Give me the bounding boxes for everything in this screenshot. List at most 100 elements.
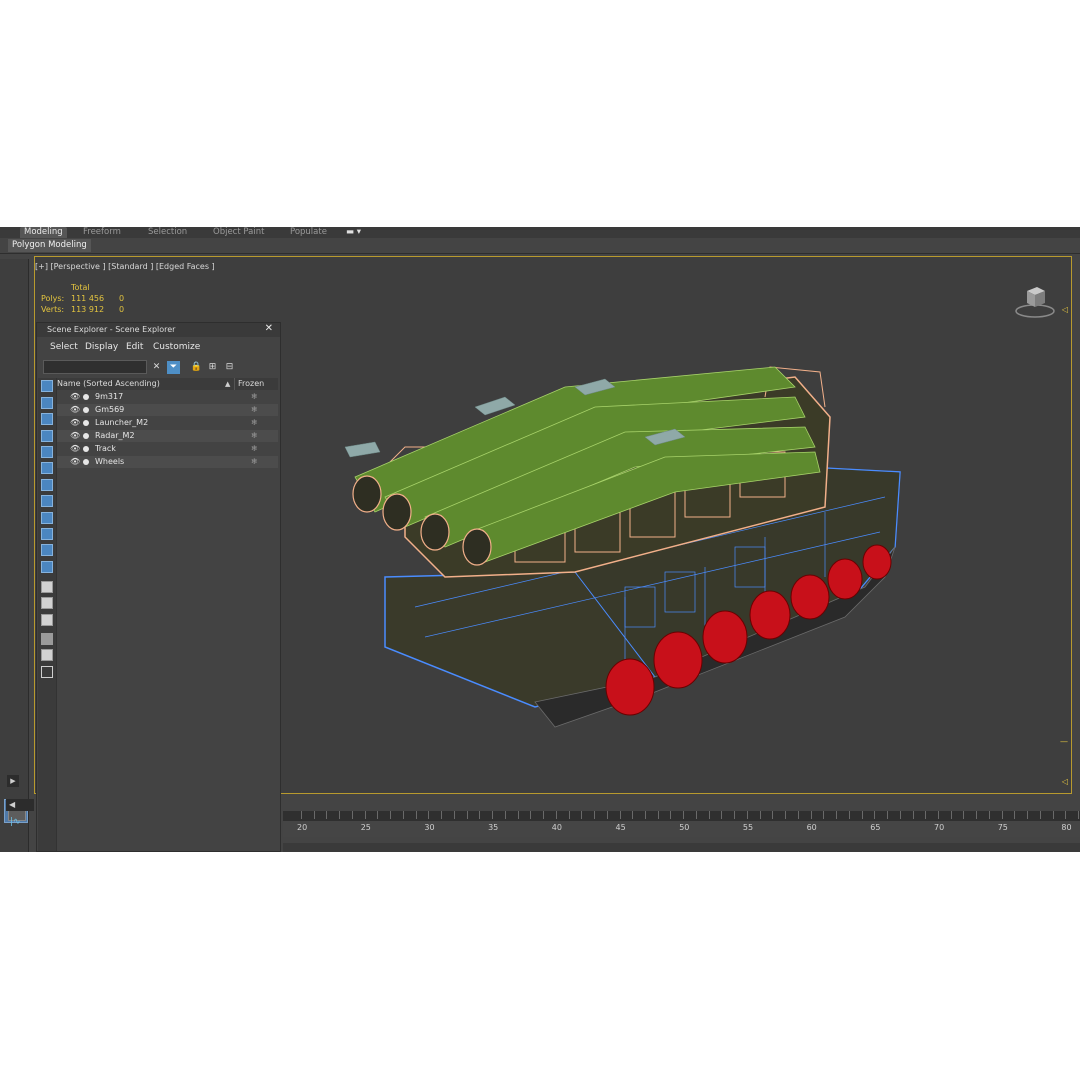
freeze-snowflake-icon[interactable]: ❄	[251, 456, 258, 468]
tab-polygon-modeling[interactable]: Polygon Modeling	[8, 239, 91, 252]
lock-icon[interactable]: 🔒	[190, 361, 203, 374]
hierarchy-icon[interactable]: ⊞	[206, 361, 219, 374]
collapse-left-button[interactable]: ◀	[6, 799, 34, 811]
freeze-snowflake-icon[interactable]: ❄	[251, 417, 258, 429]
list-item[interactable]: 👁 Track ❄	[57, 443, 278, 455]
timeline-tick-label: 80	[1061, 823, 1072, 832]
xrefs-filter-icon[interactable]	[41, 495, 53, 507]
timeline-tick	[517, 811, 519, 819]
viewport-label[interactable]: [+] [Perspective ] [Standard ] [Edged Fa…	[35, 262, 215, 271]
viewcube-icon[interactable]	[1015, 281, 1055, 321]
display-none-icon[interactable]	[41, 597, 53, 609]
freeze-snowflake-icon[interactable]: ❄	[251, 391, 258, 403]
freeze-snowflake-icon[interactable]: ❄	[251, 430, 258, 442]
timeline-tick	[453, 811, 455, 819]
invert-display-icon[interactable]	[41, 614, 53, 626]
spacewarps-filter-icon[interactable]	[41, 462, 53, 474]
geometry-filter-icon[interactable]	[41, 380, 53, 392]
groups-filter-icon[interactable]	[41, 479, 53, 491]
stats-verts-label: Verts:	[41, 305, 65, 314]
timeline-tick	[708, 811, 710, 819]
hidden-filter-icon[interactable]	[41, 561, 53, 573]
close-icon[interactable]: ✕	[265, 323, 273, 334]
list-item[interactable]: 👁 Gm569 ❄	[57, 404, 278, 416]
search-input[interactable]	[43, 360, 147, 374]
menu-display[interactable]: Display	[85, 342, 118, 352]
particles-filter-icon[interactable]	[41, 544, 53, 556]
timeline-tick	[759, 811, 761, 819]
shapes-filter-icon[interactable]	[41, 397, 53, 409]
timeline-tick-label: 20	[297, 823, 308, 832]
collapse-icon[interactable]	[41, 666, 53, 678]
3ds-max-window: Modeling Freeform Selection Object Paint…	[0, 227, 1080, 852]
tab-modeling[interactable]: Modeling	[20, 227, 67, 238]
timeline-tick	[887, 811, 889, 819]
render-dot-icon[interactable]	[83, 446, 89, 452]
timeline-tick	[874, 811, 876, 819]
timeline-tick	[695, 811, 697, 819]
ribbon-options-icon[interactable]: ▬ ▾	[346, 227, 361, 238]
helpers-filter-icon[interactable]	[41, 446, 53, 458]
timeline-tick	[466, 811, 468, 819]
visibility-eye-icon[interactable]: 👁	[70, 404, 80, 416]
timeline-tick	[351, 811, 353, 819]
funnel-icon[interactable]	[41, 649, 53, 661]
timeline-ruler[interactable]: 20 25 30 35 40 45 50 55 60 65 70 75 80	[283, 811, 1080, 837]
visibility-eye-icon[interactable]: 👁	[70, 456, 80, 468]
list-item[interactable]: 👁 9m317 ❄	[57, 391, 278, 403]
render-dot-icon[interactable]	[83, 420, 89, 426]
timeline-tick	[543, 811, 545, 819]
filter-icon[interactable]: ⏷	[167, 361, 180, 374]
cameras-filter-icon[interactable]	[41, 430, 53, 442]
lights-filter-icon[interactable]	[41, 413, 53, 425]
menu-edit[interactable]: Edit	[126, 342, 143, 352]
timeline-tick	[797, 811, 799, 819]
column-name-header[interactable]: Name (Sorted Ascending)	[57, 379, 160, 388]
bones-filter-icon[interactable]	[41, 512, 53, 524]
timeline-tick	[861, 811, 863, 819]
list-item[interactable]: 👁 Wheels ❄	[57, 456, 278, 468]
viewport-edge-arrow-icon: ◁	[1061, 777, 1068, 786]
tab-selection[interactable]: Selection	[148, 227, 187, 238]
render-dot-icon[interactable]	[83, 394, 89, 400]
tab-object-paint[interactable]: Object Paint	[213, 227, 264, 238]
visibility-eye-icon[interactable]: 👁	[70, 430, 80, 442]
timeline-tick	[479, 811, 481, 819]
visibility-eye-icon[interactable]: 👁	[70, 391, 80, 403]
filter-funnel-icon[interactable]	[41, 633, 53, 645]
curve-editor-icon[interactable]: |∿	[10, 817, 32, 831]
timeline-tick-label: 45	[615, 823, 626, 832]
scene-explorer-title[interactable]: Scene Explorer - Scene Explorer	[37, 323, 280, 337]
object-name: 9m317	[95, 392, 124, 401]
display-all-icon[interactable]	[41, 581, 53, 593]
clear-search-icon[interactable]: ✕	[150, 361, 163, 374]
freeze-snowflake-icon[interactable]: ❄	[251, 443, 258, 455]
visibility-eye-icon[interactable]: 👁	[70, 417, 80, 429]
vehicle-wireframe-model[interactable]	[325, 347, 915, 747]
timeline-tick	[644, 811, 646, 819]
list-item[interactable]: 👁 Launcher_M2 ❄	[57, 417, 278, 429]
timeline-tick	[402, 811, 404, 819]
menu-select[interactable]: Select	[50, 342, 78, 352]
tab-freeform[interactable]: Freeform	[83, 227, 121, 238]
timeline-tick	[950, 811, 952, 819]
object-name: Track	[95, 444, 116, 453]
explorer-column-header[interactable]: Name (Sorted Ascending) ▲ Frozen	[57, 378, 278, 390]
play-icon[interactable]: ▶	[7, 775, 19, 787]
viewport-edge-arrow-icon: ◁	[1061, 305, 1068, 314]
timeline-tick	[836, 811, 838, 819]
render-dot-icon[interactable]	[83, 407, 89, 413]
render-dot-icon[interactable]	[83, 433, 89, 439]
timeline-tick	[746, 811, 748, 819]
containers-filter-icon[interactable]	[41, 528, 53, 540]
render-dot-icon[interactable]	[83, 459, 89, 465]
list-item[interactable]: 👁 Radar_M2 ❄	[57, 430, 278, 442]
freeze-snowflake-icon[interactable]: ❄	[251, 404, 258, 416]
visibility-eye-icon[interactable]: 👁	[70, 443, 80, 455]
timeline-tick	[823, 811, 825, 819]
tab-populate[interactable]: Populate	[290, 227, 327, 238]
timeline-tick-label: 75	[997, 823, 1008, 832]
menu-customize[interactable]: Customize	[153, 342, 200, 352]
layer-hierarchy-icon[interactable]: ⊟	[223, 361, 236, 374]
column-frozen-header[interactable]: Frozen	[234, 378, 264, 390]
